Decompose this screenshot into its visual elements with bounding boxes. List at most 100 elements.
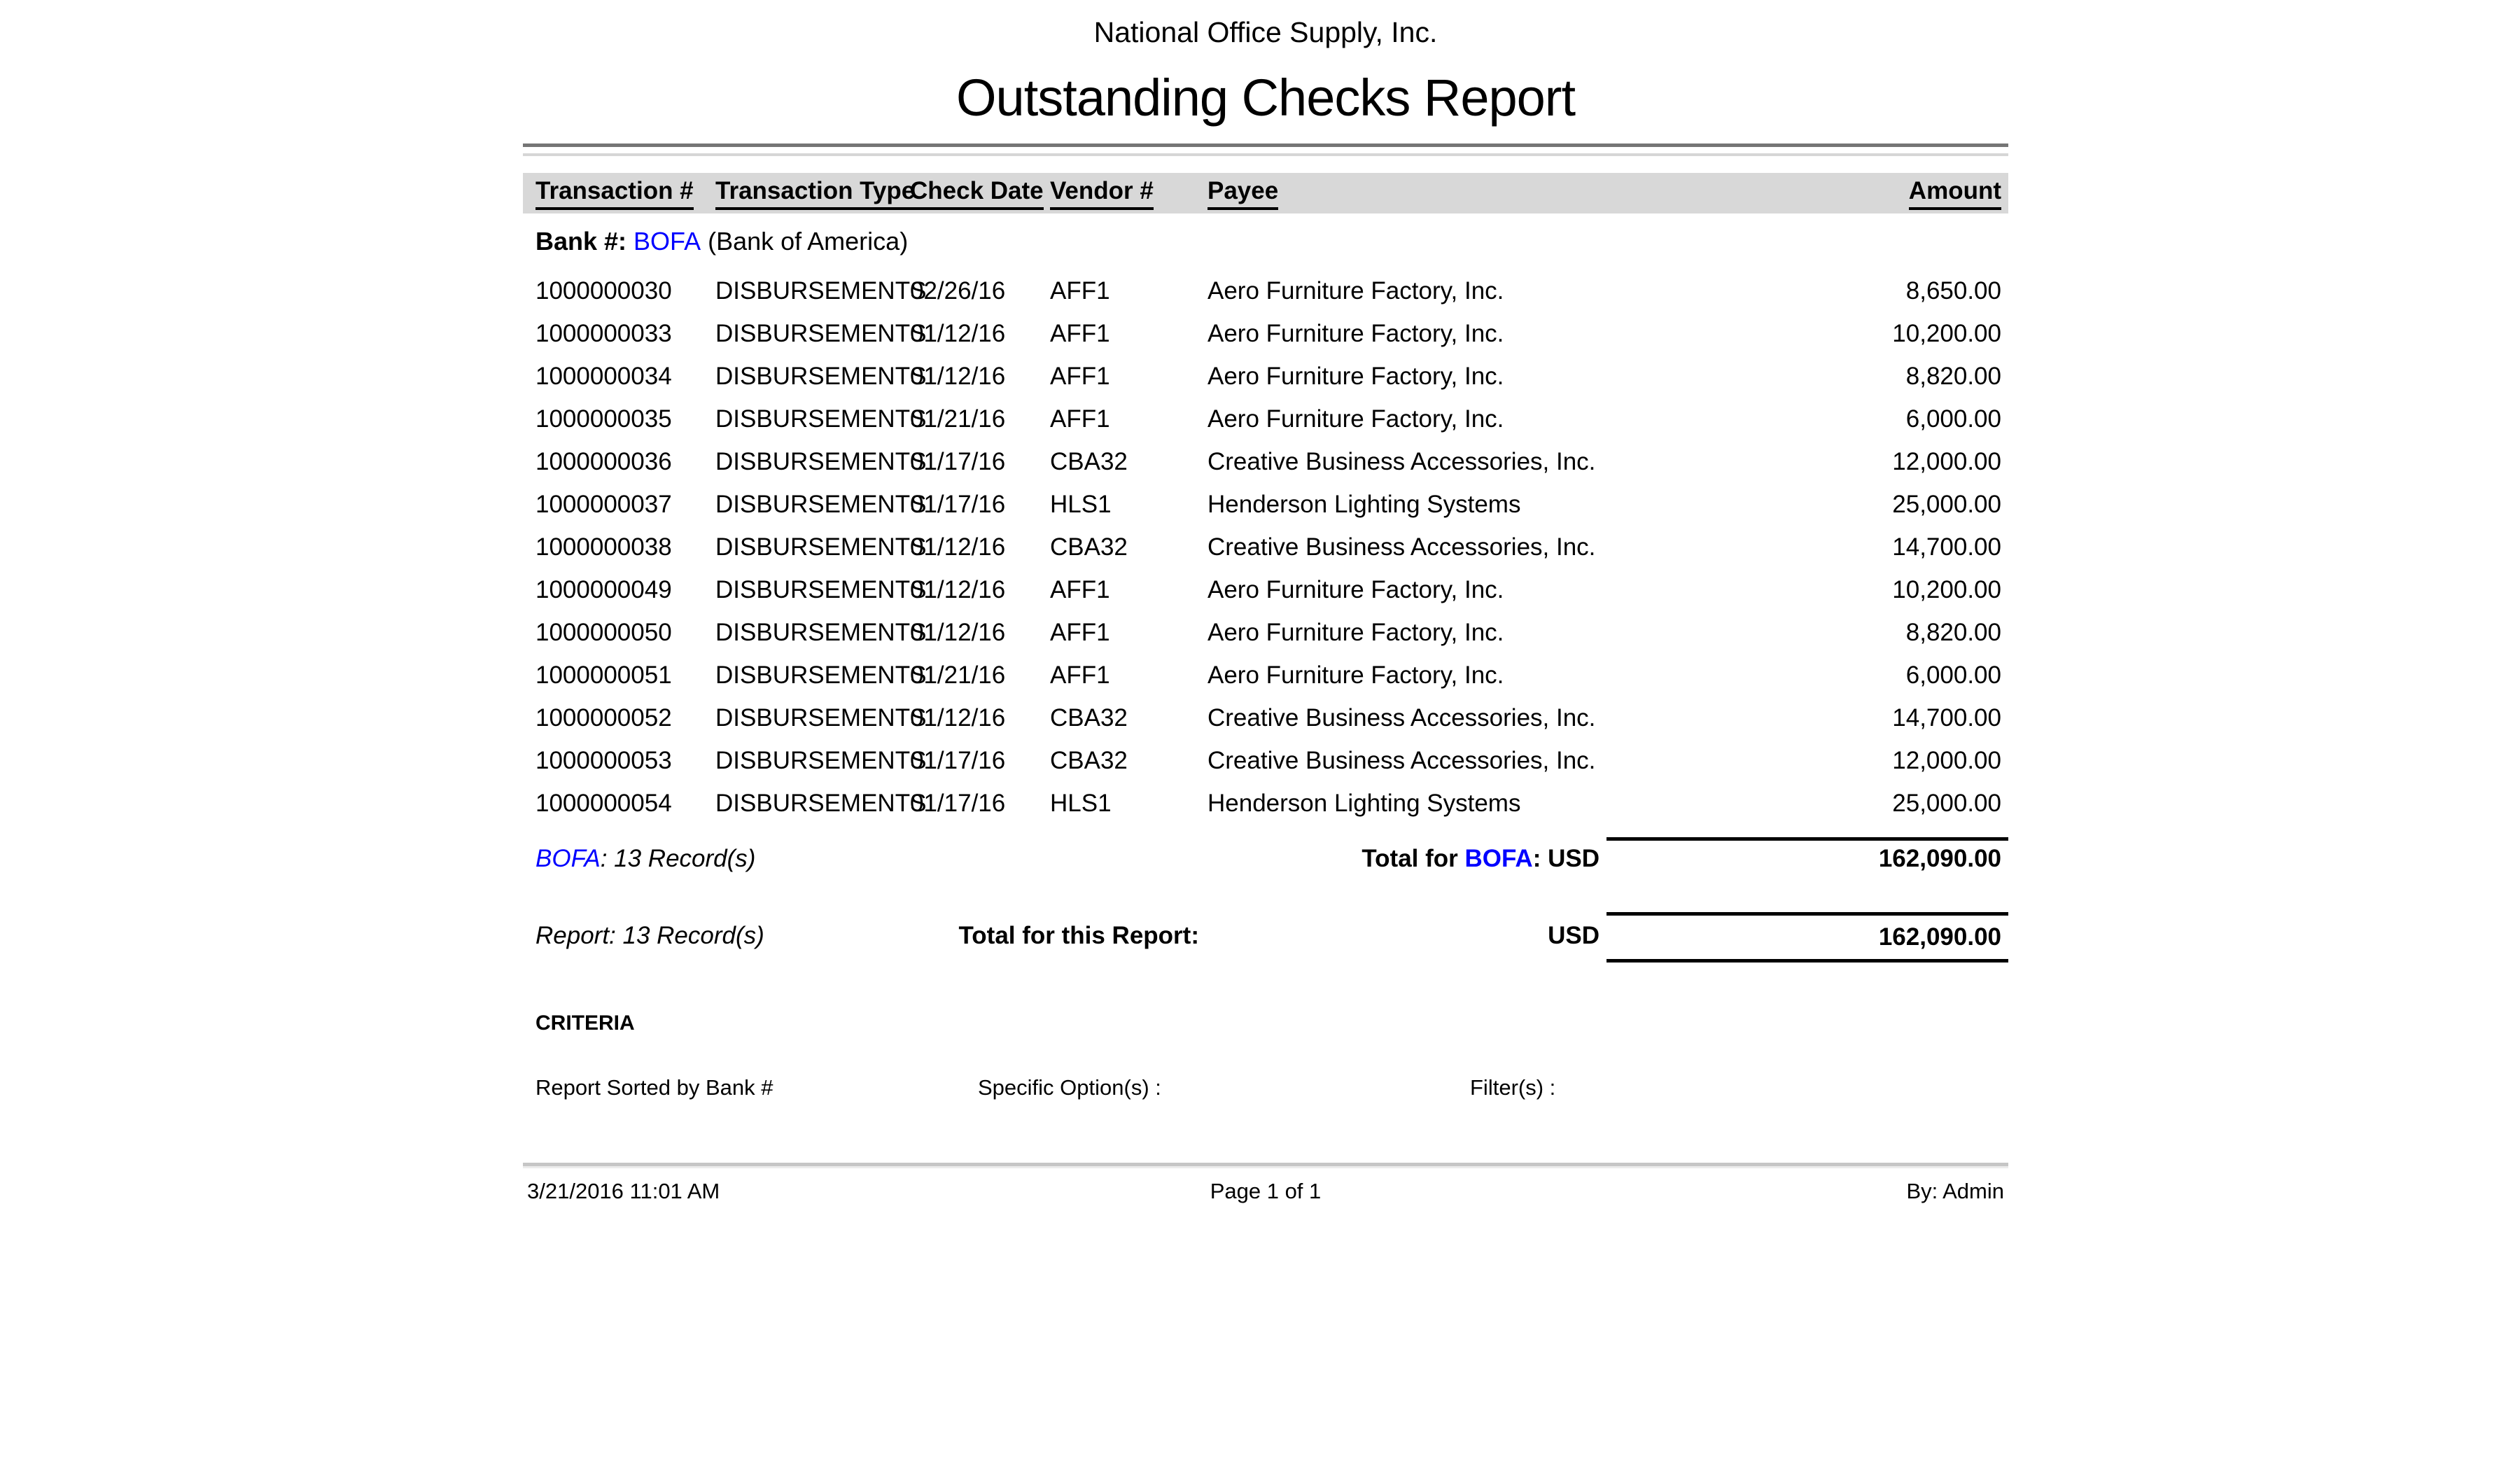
- cell-payee: Aero Furniture Factory, Inc.: [1208, 277, 1600, 305]
- criteria-row: Report Sorted by Bank # Specific Option(…: [523, 1075, 2008, 1103]
- report-record-count: Report: 13 Record(s): [536, 922, 764, 950]
- cell-type: DISBURSEMENTS: [715, 448, 910, 476]
- cell-payee: Creative Business Accessories, Inc.: [1208, 448, 1600, 476]
- footer-page-number: Page 1 of 1: [523, 1179, 2008, 1204]
- cell-vendor: CBA32: [1050, 448, 1208, 476]
- cell-type: DISBURSEMENTS: [715, 533, 910, 561]
- cell-date: 01/12/16: [910, 363, 1050, 391]
- cell-transaction: 1000000036: [536, 448, 715, 476]
- cell-transaction: 1000000050: [536, 619, 715, 647]
- report-total-amount: 162,090.00: [1606, 912, 2008, 962]
- cell-type: DISBURSEMENTS: [715, 277, 910, 305]
- cell-transaction: 1000000033: [536, 320, 715, 348]
- cell-type: DISBURSEMENTS: [715, 576, 910, 604]
- bank-group-header: Bank #:BOFA(Bank of America): [523, 225, 2008, 257]
- cell-type: DISBURSEMENTS: [715, 747, 910, 775]
- cell-vendor: HLS1: [1050, 790, 1208, 818]
- cell-payee: Aero Furniture Factory, Inc.: [1208, 363, 1600, 391]
- cell-vendor: AFF1: [1050, 576, 1208, 604]
- report-total-label: Total for this Report:: [959, 922, 1200, 950]
- cell-transaction: 1000000049: [536, 576, 715, 604]
- cell-payee: Aero Furniture Factory, Inc.: [1208, 662, 1600, 690]
- cell-transaction: 1000000030: [536, 277, 715, 305]
- report-total-currency: USD: [1548, 922, 1600, 950]
- cell-date: 01/17/16: [910, 790, 1050, 818]
- table-row: 1000000051 DISBURSEMENTS 01/21/16 AFF1 A…: [523, 654, 2008, 696]
- cell-date: 01/12/16: [910, 619, 1050, 647]
- cell-payee: Henderson Lighting Systems: [1208, 790, 1600, 818]
- cell-date: 01/21/16: [910, 405, 1050, 433]
- cell-date: 01/12/16: [910, 704, 1050, 732]
- cell-vendor: CBA32: [1050, 704, 1208, 732]
- cell-date: 01/17/16: [910, 448, 1050, 476]
- cell-transaction: 1000000035: [536, 405, 715, 433]
- footer-generated-by: By: Admin: [1906, 1179, 2004, 1204]
- cell-amount: 10,200.00: [1600, 576, 2001, 604]
- cell-type: DISBURSEMENTS: [715, 320, 910, 348]
- table-row: 1000000034 DISBURSEMENTS 01/12/16 AFF1 A…: [523, 355, 2008, 398]
- group-total-amount: 162,090.00: [1606, 837, 2008, 873]
- cell-payee: Aero Furniture Factory, Inc.: [1208, 576, 1600, 604]
- criteria-heading: CRITERIA: [523, 1011, 2008, 1036]
- title-divider-light: [523, 153, 2008, 156]
- cell-transaction: 1000000053: [536, 747, 715, 775]
- group-record-bank-link[interactable]: BOFA: [536, 845, 601, 872]
- cell-amount: 25,000.00: [1600, 491, 2001, 519]
- bank-name: (Bank of America): [708, 227, 908, 255]
- table-row: 1000000038 DISBURSEMENTS 01/12/16 CBA32 …: [523, 526, 2008, 568]
- cell-amount: 8,820.00: [1600, 619, 2001, 647]
- cell-date: 01/17/16: [910, 747, 1050, 775]
- table-row: 1000000036 DISBURSEMENTS 01/17/16 CBA32 …: [523, 440, 2008, 483]
- table-row: 1000000053 DISBURSEMENTS 01/17/16 CBA32 …: [523, 739, 2008, 782]
- company-name: National Office Supply, Inc.: [523, 15, 2008, 50]
- table-row: 1000000054 DISBURSEMENTS 01/17/16 HLS1 H…: [523, 782, 2008, 825]
- group-record-count: BOFA: 13 Record(s): [536, 845, 755, 873]
- table-header-row: Transaction # Transaction Type Check Dat…: [523, 173, 2008, 214]
- cell-date: 01/21/16: [910, 662, 1050, 690]
- title-divider-dark: [523, 144, 2008, 147]
- cell-transaction: 1000000034: [536, 363, 715, 391]
- cell-amount: 14,700.00: [1600, 533, 2001, 561]
- cell-vendor: CBA32: [1050, 747, 1208, 775]
- cell-date: 01/12/16: [910, 320, 1050, 348]
- cell-type: DISBURSEMENTS: [715, 491, 910, 519]
- column-header-type: Transaction Type: [715, 177, 910, 210]
- column-header-amount: Amount: [1600, 177, 2001, 210]
- cell-amount: 6,000.00: [1600, 405, 2001, 433]
- cell-type: DISBURSEMENTS: [715, 662, 910, 690]
- cell-vendor: AFF1: [1050, 662, 1208, 690]
- cell-amount: 10,200.00: [1600, 320, 2001, 348]
- table-row: 1000000030 DISBURSEMENTS 02/26/16 AFF1 A…: [523, 270, 2008, 312]
- criteria-specific-options: Specific Option(s) :: [978, 1075, 1161, 1100]
- column-header-payee: Payee: [1208, 177, 1600, 210]
- cell-payee: Creative Business Accessories, Inc.: [1208, 747, 1600, 775]
- criteria-sorted-by: Report Sorted by Bank #: [536, 1075, 773, 1100]
- cell-type: DISBURSEMENTS: [715, 405, 910, 433]
- cell-date: 01/12/16: [910, 533, 1050, 561]
- table-row: 1000000035 DISBURSEMENTS 01/21/16 AFF1 A…: [523, 398, 2008, 440]
- table-rows: 1000000030 DISBURSEMENTS 02/26/16 AFF1 A…: [523, 270, 2008, 825]
- cell-amount: 25,000.00: [1600, 790, 2001, 818]
- criteria-filters: Filter(s) :: [1470, 1075, 1555, 1100]
- group-total-label: Total for BOFA: USD: [1362, 845, 1600, 873]
- table-row: 1000000049 DISBURSEMENTS 01/12/16 AFF1 A…: [523, 568, 2008, 611]
- table-row: 1000000037 DISBURSEMENTS 01/17/16 HLS1 H…: [523, 483, 2008, 526]
- cell-vendor: AFF1: [1050, 363, 1208, 391]
- cell-date: 01/12/16: [910, 576, 1050, 604]
- table-row: 1000000033 DISBURSEMENTS 01/12/16 AFF1 A…: [523, 312, 2008, 355]
- cell-vendor: AFF1: [1050, 405, 1208, 433]
- table-row: 1000000050 DISBURSEMENTS 01/12/16 AFF1 A…: [523, 611, 2008, 654]
- report-title: Outstanding Checks Report: [523, 67, 2008, 129]
- report-page: National Office Supply, Inc. Outstanding…: [523, 0, 2008, 1204]
- cell-transaction: 1000000038: [536, 533, 715, 561]
- cell-amount: 8,820.00: [1600, 363, 2001, 391]
- column-header-vendor: Vendor #: [1050, 177, 1208, 210]
- cell-transaction: 1000000052: [536, 704, 715, 732]
- cell-transaction: 1000000037: [536, 491, 715, 519]
- cell-type: DISBURSEMENTS: [715, 619, 910, 647]
- bank-code-link[interactable]: BOFA: [634, 227, 701, 255]
- group-total-bank-link[interactable]: BOFA: [1464, 845, 1532, 872]
- cell-amount: 14,700.00: [1600, 704, 2001, 732]
- cell-payee: Aero Furniture Factory, Inc.: [1208, 405, 1600, 433]
- table-row: 1000000052 DISBURSEMENTS 01/12/16 CBA32 …: [523, 696, 2008, 739]
